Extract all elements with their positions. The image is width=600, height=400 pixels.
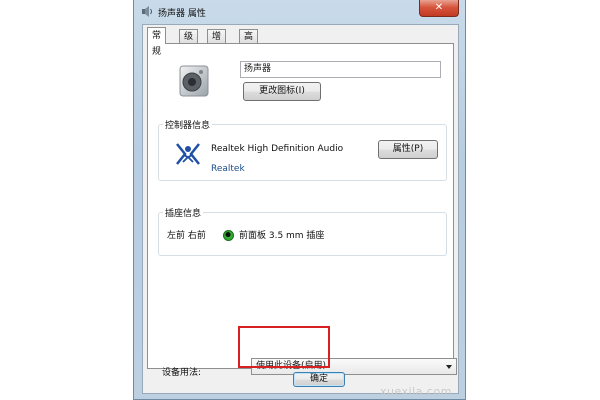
jack-info-group: 插座信息 左前 右前 前面板 3.5 mm 插座 (158, 206, 447, 256)
ok-button[interactable]: 确定 (293, 372, 345, 387)
device-name-field[interactable]: 扬声器 (240, 61, 441, 78)
change-icon-button[interactable]: 更改图标(I) (243, 82, 321, 101)
controller-vendor: Realtek (211, 164, 245, 174)
jack-info-label: 插座信息 (163, 206, 204, 219)
controller-properties-button[interactable]: 属性(P) (378, 140, 438, 159)
controller-info-label: 控制器信息 (163, 118, 213, 131)
controller-device-name: Realtek High Definition Audio (211, 144, 344, 154)
properties-dialog: 扬声器 属性 ✕ 常规 级别 增强 高级 扬声器 (133, 0, 466, 400)
close-icon: ✕ (434, 2, 444, 13)
title-bar[interactable]: 扬声器 属性 ✕ (134, 0, 465, 24)
dialog-client-area: 常规 级别 增强 高级 扬声器 更改图标(I) 控制器信息 (142, 24, 459, 394)
jack-description: 前面板 3.5 mm 插座 (239, 231, 325, 241)
annotation-highlight-box (238, 326, 330, 368)
realtek-logo-icon (176, 143, 200, 165)
close-button[interactable]: ✕ (419, 0, 459, 17)
speaker-icon (142, 6, 152, 17)
jack-color-indicator (223, 230, 234, 241)
general-tab-page: 扬声器 更改图标(I) 控制器信息 Realtek High Definitio… (147, 43, 457, 378)
watermark: xuexila.com (380, 385, 452, 398)
tab-general[interactable]: 常规 (147, 27, 167, 57)
chevron-down-icon[interactable] (446, 365, 452, 369)
device-usage-label: 设备用法: (162, 368, 202, 378)
controller-info-group: 控制器信息 Realtek High Definition Audio Real… (158, 118, 447, 181)
speaker-device-icon (179, 65, 209, 97)
tab-advanced[interactable]: 高级 (239, 29, 259, 56)
window-title: 扬声器 属性 (158, 9, 206, 19)
tab-levels[interactable]: 级别 (179, 29, 199, 56)
tab-enhancements[interactable]: 增强 (207, 29, 227, 56)
jack-position: 左前 右前 (167, 231, 206, 241)
